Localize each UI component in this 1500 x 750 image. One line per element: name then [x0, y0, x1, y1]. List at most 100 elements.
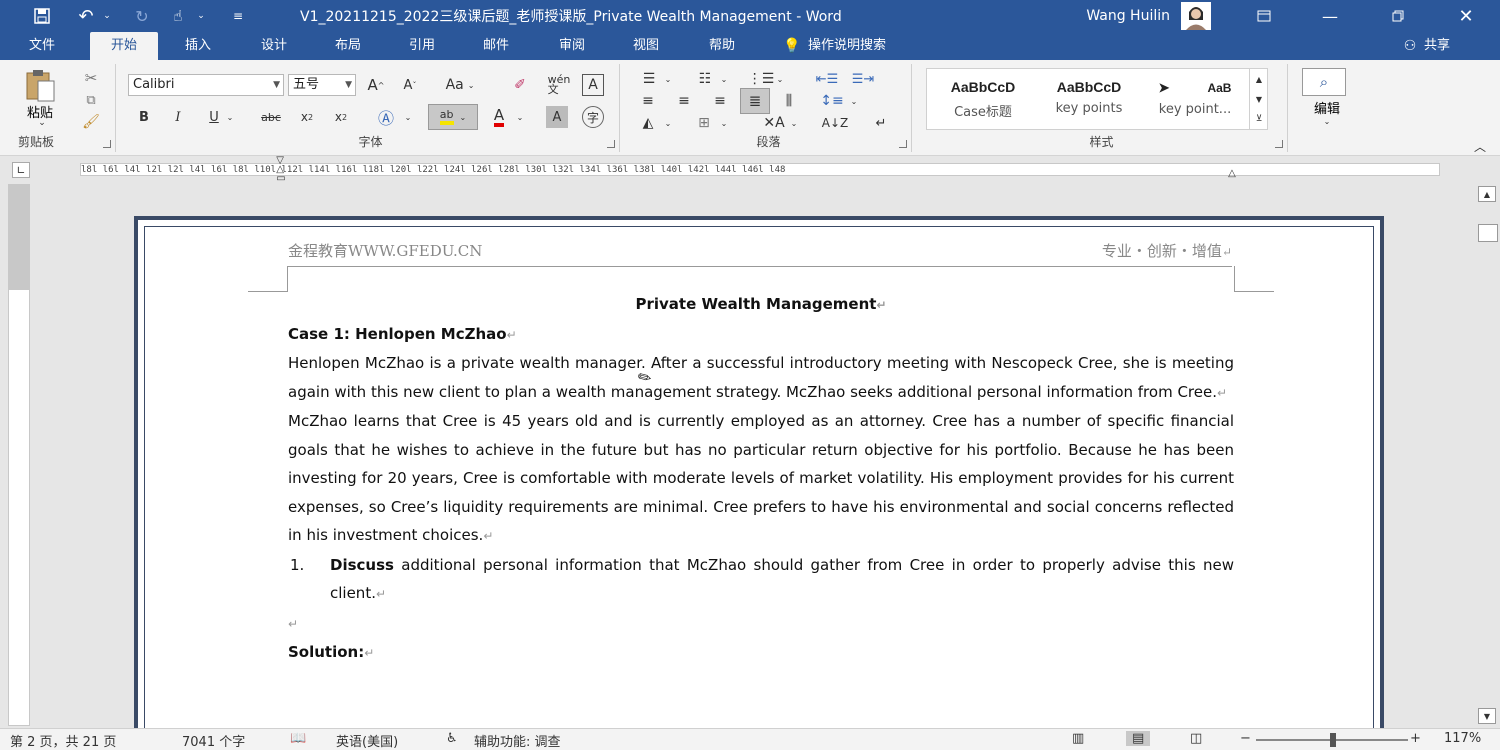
editing-button-label[interactable]: 编辑	[1292, 98, 1362, 117]
customize-qat-icon[interactable]: ≡	[228, 0, 248, 32]
font-color-icon[interactable]: A	[488, 106, 510, 128]
editing-dropdown-icon[interactable]: ⌄	[1320, 116, 1334, 126]
align-left-icon[interactable]: ≡	[636, 90, 660, 112]
tab-design[interactable]: 设计	[244, 32, 304, 60]
page-count[interactable]: 第 2 页，共 21 页	[10, 731, 116, 750]
tab-file[interactable]: 文件	[12, 32, 72, 60]
print-layout-icon[interactable]: ▤	[1126, 731, 1151, 746]
change-case-icon[interactable]: Aa ⌄	[440, 74, 480, 96]
underline-icon[interactable]: U	[204, 106, 224, 128]
justify-icon[interactable]: ≣	[740, 88, 770, 114]
clear-formatting-icon[interactable]: ✐	[508, 74, 532, 96]
borders-dropdown-icon[interactable]: ⌄	[718, 112, 730, 134]
paste-dropdown-icon[interactable]: ⌄	[34, 118, 50, 128]
bold-icon[interactable]: B	[134, 106, 154, 128]
multilevel-list-icon[interactable]: ⋮☰	[748, 68, 775, 90]
shading-icon[interactable]: ◭	[636, 112, 660, 134]
touch-dropdown-icon[interactable]: ⌄	[194, 0, 208, 32]
highlight-color-icon[interactable]: ab ⌄	[428, 104, 478, 130]
italic-icon[interactable]: I	[168, 106, 188, 128]
numbering-icon[interactable]: ☷	[692, 68, 718, 90]
multilevel-dropdown-icon[interactable]: ⌄	[774, 68, 786, 90]
underline-dropdown-icon[interactable]: ⌄	[224, 106, 236, 128]
scroll-up-icon[interactable]: ▲	[1478, 186, 1496, 202]
line-spacing-icon[interactable]: ↕≡	[820, 90, 844, 112]
undo-dropdown-icon[interactable]: ⌄	[100, 0, 114, 32]
grow-font-icon[interactable]: A ^	[364, 74, 388, 96]
touch-mode-icon[interactable]: ☝	[166, 0, 190, 32]
shrink-font-icon[interactable]: Aˇ	[398, 74, 422, 96]
tab-review[interactable]: 审阅	[542, 32, 602, 60]
decrease-indent-icon[interactable]: ⇤☰	[812, 68, 842, 90]
tell-me-search[interactable]: 操作说明搜索	[808, 32, 938, 60]
zoom-level[interactable]: 117%	[1444, 731, 1481, 746]
styles-launcher-icon[interactable]	[1275, 140, 1283, 148]
language[interactable]: 英语(美国)	[336, 731, 398, 750]
tab-insert[interactable]: 插入	[168, 32, 228, 60]
distributed-icon[interactable]: ⫼	[776, 90, 802, 112]
ribbon-display-icon[interactable]	[1250, 0, 1278, 32]
subscript-icon[interactable]: x2	[296, 106, 318, 128]
read-mode-icon[interactable]: ▥	[1072, 731, 1084, 746]
paste-icon[interactable]	[20, 68, 60, 102]
avatar[interactable]	[1178, 0, 1214, 32]
tab-layout[interactable]: 布局	[318, 32, 378, 60]
character-shading-icon[interactable]: A	[546, 106, 568, 128]
shading-dropdown-icon[interactable]: ⌄	[662, 112, 674, 134]
tab-selector-icon[interactable]: ∟	[12, 162, 30, 178]
font-size-combo[interactable]: 五号 ▼	[288, 74, 356, 96]
word-count[interactable]: 7041 个字	[182, 731, 245, 750]
web-layout-icon[interactable]: ◫	[1190, 731, 1202, 746]
align-center-icon[interactable]: ≡	[672, 90, 696, 112]
zoom-slider-thumb[interactable]	[1330, 733, 1336, 747]
text-effects-dropdown-icon[interactable]: ⌄	[402, 106, 414, 128]
bullets-icon[interactable]: ☰	[636, 68, 662, 90]
borders-icon[interactable]: ⊞	[692, 112, 716, 134]
strikethrough-icon[interactable]: abc	[256, 106, 286, 128]
user-name[interactable]: Wang Huilin	[1054, 0, 1170, 32]
font-name-combo[interactable]: Calibri ▼	[128, 74, 284, 96]
increase-indent-icon[interactable]: ☰⇥	[848, 68, 878, 90]
paragraph-launcher-icon[interactable]	[899, 140, 907, 148]
phonetic-guide-icon[interactable]: wén 文	[546, 74, 572, 96]
scroll-down-icon[interactable]: ▼	[1478, 708, 1496, 724]
font-launcher-icon[interactable]	[607, 140, 615, 148]
sort-icon[interactable]: A↓Z	[822, 112, 848, 134]
share-button[interactable]: 共享	[1424, 32, 1468, 60]
numbering-dropdown-icon[interactable]: ⌄	[718, 68, 730, 90]
cut-icon[interactable]: ✂	[80, 68, 102, 88]
right-indent-marker-icon[interactable]: △	[1226, 166, 1238, 180]
text-effects-icon[interactable]: Ⓐ	[374, 106, 398, 128]
copy-icon[interactable]: ⧉	[80, 90, 102, 110]
scroll-thumb[interactable]	[1478, 224, 1498, 242]
zoom-out-icon[interactable]: −	[1240, 731, 1251, 746]
font-color-dropdown-icon[interactable]: ⌄	[514, 106, 526, 128]
save-icon[interactable]	[30, 0, 54, 32]
vertical-scrollbar[interactable]: ▲ ▼	[1474, 184, 1500, 726]
tab-home[interactable]: 开始	[90, 32, 158, 60]
show-marks-icon[interactable]: ↵	[870, 112, 892, 134]
accessibility-status[interactable]: 辅助功能: 调查	[474, 731, 561, 750]
indent-marker-icon[interactable]: ▽ △ ▭	[274, 155, 288, 183]
document-body[interactable]: Private Wealth Management↵ Case 1: Henlo…	[288, 290, 1234, 668]
superscript-icon[interactable]: x2	[330, 106, 352, 128]
line-spacing-dropdown-icon[interactable]: ⌄	[848, 90, 860, 112]
format-painter-icon[interactable]: 🖌	[80, 112, 102, 132]
close-icon[interactable]: ✕	[1452, 0, 1480, 32]
chinese-layout-icon[interactable]: ✕A	[760, 112, 788, 134]
tab-mailings[interactable]: 邮件	[466, 32, 526, 60]
enclose-characters-icon[interactable]: 字	[582, 106, 604, 128]
collapse-ribbon-icon[interactable]: ︿	[1470, 138, 1490, 154]
chinese-layout-dropdown-icon[interactable]: ⌄	[788, 112, 800, 134]
character-border-icon[interactable]: A	[582, 74, 604, 96]
restore-icon[interactable]	[1384, 0, 1412, 32]
zoom-in-icon[interactable]: +	[1410, 731, 1421, 746]
align-right-icon[interactable]: ≡	[708, 90, 732, 112]
tab-references[interactable]: 引用	[392, 32, 452, 60]
tab-help[interactable]: 帮助	[692, 32, 752, 60]
undo-icon[interactable]: ↶	[74, 0, 98, 32]
clipboard-launcher-icon[interactable]	[103, 140, 111, 148]
tab-view[interactable]: 视图	[616, 32, 676, 60]
find-icon[interactable]: ⌕	[1302, 68, 1346, 96]
minimize-icon[interactable]: —	[1316, 0, 1344, 32]
